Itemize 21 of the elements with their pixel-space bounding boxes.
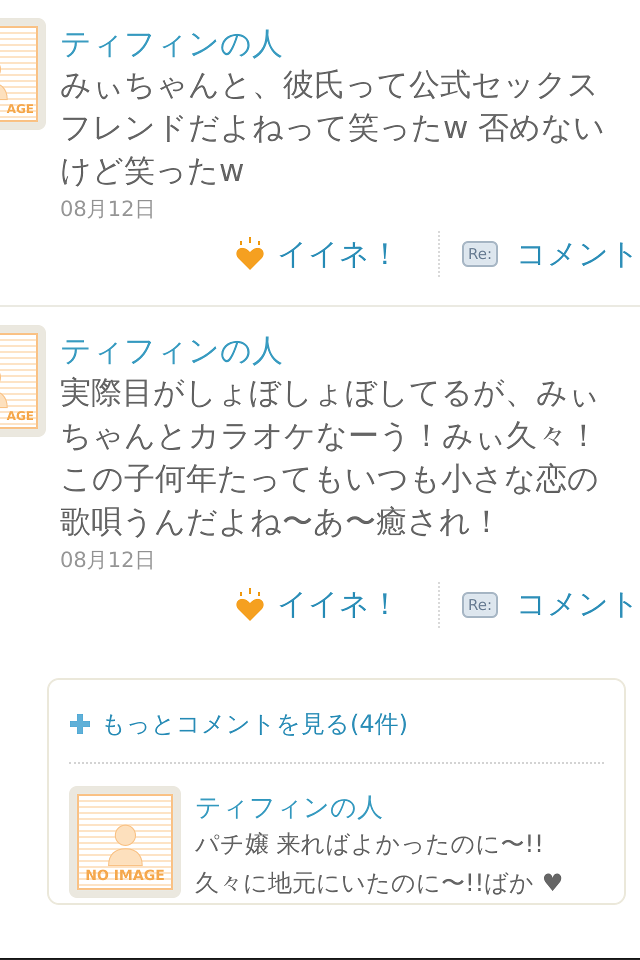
comment-link[interactable]: コメント (516, 584, 640, 626)
reply-badge: Re: (462, 592, 498, 618)
author-name[interactable]: ティフィンの人 (60, 24, 632, 64)
post-date: 08月12日 (60, 546, 156, 574)
avatar-caption: AGE (6, 409, 35, 426)
post-date: 08月12日 (60, 196, 156, 224)
heart-icon (234, 237, 265, 272)
post-text: 実際目がしょぼしょぼしてるが、みぃちゃんとカラオケなーう！みぃ久々！この子何年たってもいつも小さな恋の歌唄うんだよね〜あ〜癒され！ (60, 374, 601, 542)
comment-link[interactable]: コメント (516, 234, 640, 275)
plus-icon (69, 712, 91, 735)
like-link[interactable]: イイネ！ (234, 234, 400, 275)
like-link[interactable]: イイネ！ (234, 584, 400, 626)
post-text: みぃちゃんと、彼氏って公式セックスフレンドだよねって笑ったw 否めないけど笑ったw (60, 66, 606, 192)
author-name[interactable]: ティフィンの人 (60, 331, 632, 372)
avatar-caption: AGE (6, 102, 35, 118)
avatar-caption: NO IMAGE (84, 868, 166, 886)
author-name[interactable]: ティフィンの人 (195, 792, 604, 826)
reply-badge: Re: (462, 241, 498, 268)
heart-icon (234, 588, 265, 622)
more-comments-link[interactable]: もっとコメントを見る(4件) (69, 680, 604, 764)
comment-text: パチ嬢 来ればよかったのに〜!! 久々に地元にいたのに〜!!ばか ♥ (195, 829, 564, 900)
